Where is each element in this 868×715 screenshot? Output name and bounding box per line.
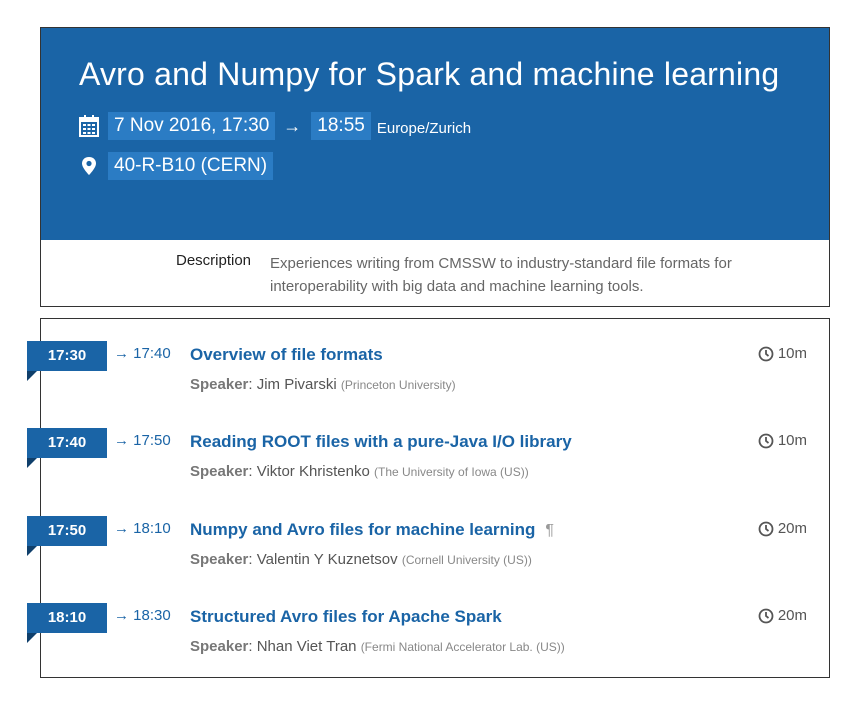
timetable-item: 17:40 → 17:50 Reading ROOT files with a pu… — [27, 406, 831, 480]
start-time-tag: 17:30 — [27, 341, 107, 371]
duration: 10m — [758, 432, 807, 449]
speaker-label: Speaker — [190, 463, 249, 480]
contribution-title[interactable]: Numpy and Avro files for machine learnin… — [190, 520, 554, 540]
contribution-title-text[interactable]: Overview of file formats — [190, 345, 383, 364]
contribution-title[interactable]: Reading ROOT files with a pure-Java I/O … — [190, 432, 572, 452]
end-time: → 17:50 — [114, 432, 171, 449]
speaker-label: Speaker — [190, 551, 249, 568]
speaker-label: Speaker — [190, 376, 249, 393]
duration: 10m — [758, 345, 807, 362]
duration-value: 10m — [777, 432, 807, 449]
duration-value: 10m — [777, 345, 807, 362]
contribution-title-text[interactable]: Numpy and Avro files for machine learnin… — [190, 520, 535, 539]
speaker-line: Speaker: Valentin Y Kuznetsov (Cornell U… — [190, 551, 532, 568]
speaker-name[interactable]: Jim Pivarski — [257, 376, 337, 393]
timetable-item: 17:50 → 18:10 Numpy and Avro files for mac… — [27, 494, 831, 568]
clock-icon — [758, 521, 778, 537]
speaker-colon: : — [248, 638, 257, 655]
speaker-line: Speaker: Nhan Viet Tran (Fermi National … — [190, 638, 565, 655]
contribution-title-text[interactable]: Reading ROOT files with a pure-Java I/O … — [190, 432, 572, 451]
duration-value: 20m — [777, 520, 807, 537]
event-location-row: 40-R-B10 (CERN) — [79, 152, 274, 180]
event-title: Avro and Numpy for Spark and machine lea… — [79, 56, 780, 92]
clock-icon — [758, 433, 778, 449]
speaker-affiliation: (Princeton University) — [340, 378, 456, 392]
end-time: → 17:40 — [114, 345, 171, 362]
duration: 20m — [758, 607, 807, 624]
timetable-item: 18:10 → 18:30 Structured Avro files for Ap… — [27, 581, 831, 655]
calendar-icon — [79, 115, 99, 137]
clock-icon — [758, 608, 778, 624]
event-card: Avro and Numpy for Spark and machine lea… — [40, 27, 830, 307]
description-label: Description — [176, 252, 252, 269]
event-timezone: Europe/Zurich — [376, 119, 472, 137]
timetable: 17:30 → 17:40 Overview of file formats 10m S… — [27, 318, 831, 678]
speaker-affiliation: (The University of Iowa (US)) — [374, 465, 529, 479]
event-date-row: 7 Nov 2016, 17:30 → 18:55 Europe/Zurich — [79, 112, 471, 140]
speaker-name[interactable]: Valentin Y Kuznetsov — [257, 551, 398, 568]
speaker-line: Speaker: Viktor Khristenko (The Universi… — [190, 463, 529, 480]
speaker-colon: : — [248, 376, 257, 393]
end-time: → 18:30 — [114, 607, 171, 624]
speaker-affiliation: (Fermi National Accelerator Lab. (US)) — [360, 640, 565, 654]
start-time-tag: 17:50 — [27, 516, 107, 546]
contribution-title[interactable]: Overview of file formats — [190, 345, 383, 365]
clock-icon — [758, 346, 778, 362]
end-time: → 18:10 — [114, 520, 171, 537]
duration: 20m — [758, 520, 807, 537]
map-pin-icon — [82, 157, 96, 175]
contribution-title-text[interactable]: Structured Avro files for Apache Spark — [190, 607, 502, 626]
speaker-label: Speaker — [190, 638, 249, 655]
start-time-tag: 18:10 — [27, 603, 107, 633]
timetable-item: 17:30 → 17:40 Overview of file formats 10m S… — [27, 319, 831, 393]
description-text: Experiences writing from CMSSW to indust… — [270, 255, 732, 295]
contribution-title[interactable]: Structured Avro files for Apache Spark — [190, 607, 502, 627]
speaker-colon: : — [248, 463, 257, 480]
speaker-colon: : — [248, 551, 257, 568]
permalink-icon[interactable]: ¶ — [545, 522, 554, 539]
speaker-affiliation: (Cornell University (US)) — [401, 553, 532, 567]
speaker-name[interactable]: Viktor Khristenko — [257, 463, 370, 480]
event-location[interactable]: 40-R-B10 (CERN) — [108, 152, 274, 180]
event-end-time: 18:55 — [311, 112, 371, 140]
speaker-name[interactable]: Nhan Viet Tran — [257, 638, 357, 655]
duration-value: 20m — [777, 607, 807, 624]
speaker-line: Speaker: Jim Pivarski (Princeton Univers… — [190, 376, 456, 393]
start-time-tag: 17:40 — [27, 428, 107, 458]
arrow-icon: → — [283, 115, 302, 136]
event-start-datetime: 7 Nov 2016, 17:30 — [108, 112, 276, 140]
event-header: Avro and Numpy for Spark and machine lea… — [41, 28, 829, 240]
